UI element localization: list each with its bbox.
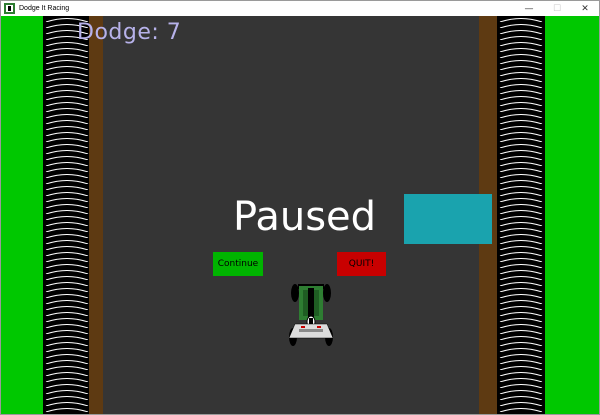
- grass-left: [1, 16, 45, 414]
- maximize-button[interactable]: ☐: [543, 1, 571, 16]
- score-counter: Dodge: 7: [77, 20, 182, 45]
- minimize-button[interactable]: —: [515, 1, 543, 16]
- game-window: Dodge It Racing — ☐ ✕ Dodge: 7 Paused Co…: [0, 0, 600, 415]
- obstacle-block: [404, 194, 492, 244]
- race-car-icon: [288, 284, 334, 346]
- curb-left: [89, 16, 103, 414]
- tire-wall-left-pattern: [43, 16, 91, 414]
- quit-button[interactable]: QUIT!: [337, 252, 386, 276]
- window-title: Dodge It Racing: [19, 5, 70, 12]
- tire-wall-right: [497, 16, 545, 414]
- window-controls: — ☐ ✕: [515, 1, 599, 16]
- title-bar[interactable]: Dodge It Racing — ☐ ✕: [1, 1, 599, 16]
- paused-title: Paused: [233, 194, 377, 240]
- game-canvas[interactable]: Dodge: 7 Paused Continue QUIT!: [1, 16, 599, 414]
- tire-wall-right-pattern: [497, 16, 545, 414]
- tire-wall-left: [43, 16, 91, 414]
- continue-button[interactable]: Continue: [213, 252, 263, 276]
- close-button[interactable]: ✕: [571, 1, 599, 16]
- app-icon: [4, 3, 15, 14]
- grass-right: [545, 16, 599, 414]
